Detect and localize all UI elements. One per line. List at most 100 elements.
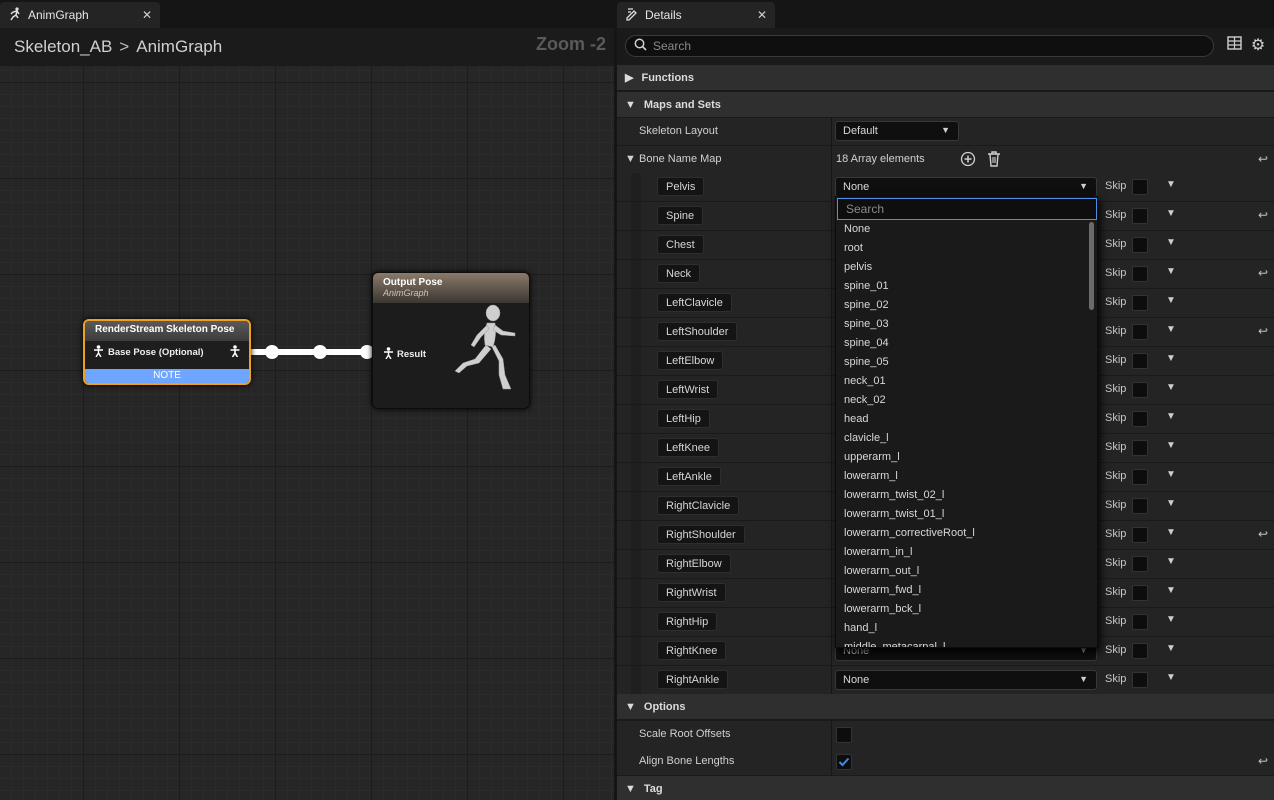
chevron-down-icon[interactable]: ▼ (1166, 672, 1176, 683)
bone-key-field[interactable]: RightWrist (657, 583, 726, 602)
wire-reroute-knot[interactable] (265, 345, 279, 359)
chevron-down-icon[interactable]: ▼ (1166, 527, 1176, 538)
dropdown-option[interactable]: neck_01 (844, 375, 886, 387)
bone-key-field[interactable]: RightHip (657, 612, 718, 631)
dropdown-option[interactable]: clavicle_l (844, 432, 889, 444)
skip-checkbox[interactable] (1132, 585, 1148, 601)
skip-checkbox[interactable] (1132, 179, 1148, 195)
bone-key-field[interactable]: LeftElbow (657, 351, 724, 370)
bone-key-field[interactable]: LeftKnee (657, 438, 720, 457)
chevron-down-icon[interactable]: ▼ (1166, 585, 1176, 596)
reset-to-default-icon[interactable]: ↩ (1258, 527, 1268, 541)
table-view-icon[interactable] (1224, 36, 1244, 56)
gear-icon[interactable]: ⚙ (1248, 36, 1268, 56)
tab-details[interactable]: Details ✕ (617, 2, 775, 28)
bone-key-field[interactable]: Pelvis (657, 177, 705, 196)
graph-canvas[interactable] (0, 66, 614, 800)
skip-checkbox[interactable] (1132, 324, 1148, 340)
dropdown-option[interactable]: spine_01 (844, 280, 889, 292)
output-pose-pin-icon[interactable] (229, 344, 241, 360)
chevron-down-icon[interactable]: ▼ (1166, 614, 1176, 625)
renderstream-skeleton-pose-node[interactable]: RenderStream Skeleton Pose Base Pose (Op… (83, 319, 251, 385)
dropdown-option[interactable]: spine_02 (844, 299, 889, 311)
add-element-icon[interactable] (960, 151, 976, 170)
dropdown-option[interactable]: lowerarm_bck_l (844, 603, 921, 615)
dropdown-option[interactable]: lowerarm_twist_02_l (844, 489, 944, 501)
scrollbar[interactable] (1089, 222, 1094, 310)
skip-checkbox[interactable] (1132, 382, 1148, 398)
pose-pin-icon[interactable] (93, 344, 104, 360)
skip-checkbox[interactable] (1132, 556, 1148, 572)
align-bone-lengths-checkbox[interactable] (836, 754, 852, 770)
chevron-down-icon[interactable]: ▼ (1166, 353, 1176, 364)
dropdown-option[interactable]: None (844, 223, 870, 235)
bone-key-field[interactable]: Chest (657, 235, 704, 254)
dropdown-option[interactable]: lowerarm_in_l (844, 546, 912, 558)
bone-key-field[interactable]: RightClavicle (657, 496, 740, 515)
skip-checkbox[interactable] (1132, 469, 1148, 485)
chevron-down-icon[interactable]: ▼ (1166, 498, 1176, 509)
skeleton-layout-dropdown[interactable]: Default ▼ (835, 121, 959, 141)
reset-to-default-icon[interactable]: ↩ (1258, 208, 1268, 222)
chevron-down-icon[interactable]: ▼ (1166, 295, 1176, 306)
chevron-down-icon[interactable]: ▼ (1166, 469, 1176, 480)
dropdown-option[interactable]: hand_l (844, 622, 877, 634)
chevron-down-icon[interactable]: ▼ (1166, 324, 1176, 335)
tab-animgraph[interactable]: AnimGraph ✕ (0, 2, 160, 28)
dropdown-option[interactable]: middle_metacarpal_l (844, 641, 946, 647)
skip-checkbox[interactable] (1132, 672, 1148, 688)
dropdown-option[interactable]: spine_05 (844, 356, 889, 368)
breadcrumb-animgraph[interactable]: AnimGraph (136, 37, 222, 57)
dropdown-option[interactable]: lowerarm_correctiveRoot_l (844, 527, 975, 539)
dropdown-option[interactable]: root (844, 242, 863, 254)
skip-checkbox[interactable] (1132, 643, 1148, 659)
skip-checkbox[interactable] (1132, 440, 1148, 456)
reset-to-default-icon[interactable]: ↩ (1258, 152, 1268, 166)
reset-to-default-icon[interactable]: ↩ (1258, 266, 1268, 280)
close-icon[interactable]: ✕ (142, 8, 152, 22)
node-note-bar[interactable]: NOTE (85, 369, 249, 383)
dropdown-option[interactable]: pelvis (844, 261, 872, 273)
reset-to-default-icon[interactable]: ↩ (1258, 324, 1268, 338)
chevron-down-icon[interactable]: ▼ (1166, 411, 1176, 422)
bone-value-dropdown[interactable]: None ▼ (835, 177, 1097, 197)
output-pose-node[interactable]: Output Pose AnimGraph Result (372, 272, 530, 409)
wire-reroute-knot[interactable] (313, 345, 327, 359)
skip-checkbox[interactable] (1132, 208, 1148, 224)
bone-key-field[interactable]: LeftAnkle (657, 467, 721, 486)
chevron-down-icon[interactable]: ▼ (1166, 208, 1176, 219)
skip-checkbox[interactable] (1132, 527, 1148, 543)
chevron-down-icon[interactable]: ▼ (1166, 440, 1176, 451)
dropdown-option[interactable]: lowerarm_l (844, 470, 898, 482)
chevron-down-icon[interactable]: ▼ (1166, 556, 1176, 567)
reset-to-default-icon[interactable]: ↩ (1258, 754, 1268, 768)
skip-checkbox[interactable] (1132, 237, 1148, 253)
section-tag[interactable]: ▼ Tag (617, 776, 1274, 800)
chevron-down-icon[interactable]: ▼ (1166, 266, 1176, 277)
skip-checkbox[interactable] (1132, 614, 1148, 630)
dropdown-option[interactable]: lowerarm_out_l (844, 565, 919, 577)
bone-key-field[interactable]: LeftShoulder (657, 322, 738, 341)
result-pin-icon[interactable] (383, 347, 394, 362)
dropdown-option[interactable]: upperarm_l (844, 451, 900, 463)
section-functions[interactable]: ▶ Functions (617, 65, 1274, 90)
scale-root-offsets-checkbox[interactable] (836, 727, 852, 743)
chevron-down-icon[interactable]: ▼ (1166, 179, 1176, 190)
bone-key-field[interactable]: RightAnkle (657, 670, 729, 689)
bone-key-field[interactable]: LeftWrist (657, 380, 719, 399)
skip-checkbox[interactable] (1132, 353, 1148, 369)
dropdown-option[interactable]: neck_02 (844, 394, 886, 406)
bone-key-field[interactable]: Neck (657, 264, 701, 283)
skip-checkbox[interactable] (1132, 411, 1148, 427)
skip-checkbox[interactable] (1132, 498, 1148, 514)
details-search-input[interactable]: Search (625, 35, 1214, 57)
dropdown-option[interactable]: lowerarm_twist_01_l (844, 508, 944, 520)
dropdown-option[interactable]: spine_04 (844, 337, 889, 349)
chevron-down-icon[interactable]: ▼ (625, 153, 636, 165)
dropdown-search-input[interactable]: Search (837, 198, 1097, 220)
bone-key-field[interactable]: Spine (657, 206, 704, 225)
bone-key-field[interactable]: RightKnee (657, 641, 727, 660)
bone-value-dropdown[interactable]: None ▼ (835, 670, 1097, 690)
bone-key-field[interactable]: LeftClavicle (657, 293, 732, 312)
dropdown-option[interactable]: spine_03 (844, 318, 889, 330)
